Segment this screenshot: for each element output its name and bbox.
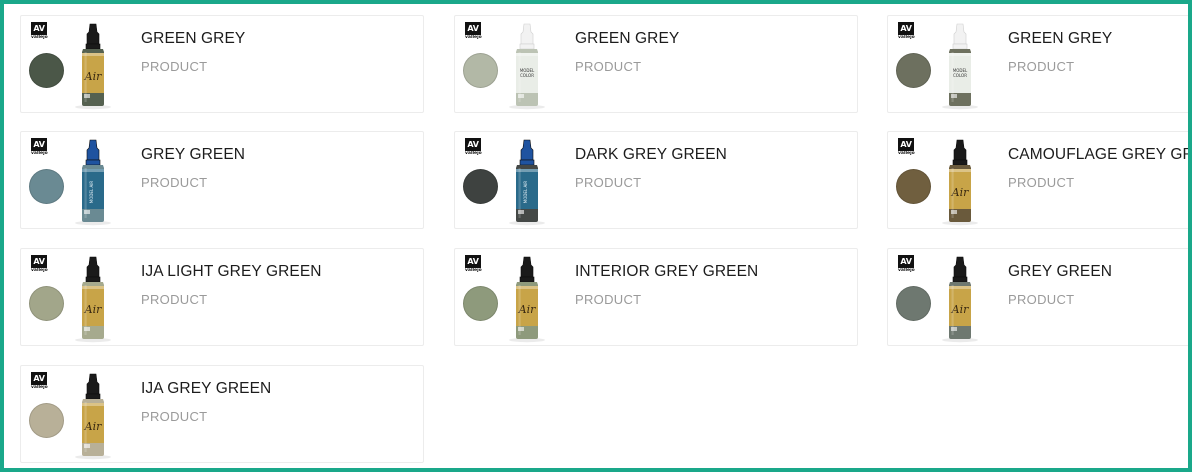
product-card[interactable]: AV vallejo MODEL AIR GREY GREEN PRODUCT [20, 131, 424, 229]
product-title[interactable]: DARK GREY GREEN [575, 146, 727, 164]
paint-bottle-image[interactable]: MODEL AIR [71, 138, 115, 226]
svg-text:COLOR: COLOR [520, 73, 534, 78]
vallejo-logo: AV vallejo [31, 138, 48, 156]
svg-text:COLOR: COLOR [953, 73, 967, 78]
paint-bottle-image[interactable]: MODEL AIR [505, 138, 549, 226]
vallejo-logo: AV vallejo [465, 22, 482, 40]
color-swatch [29, 286, 64, 321]
vallejo-logo: AV vallejo [465, 138, 482, 156]
svg-text:MODEL AIR: MODEL AIR [523, 181, 528, 204]
color-swatch [463, 286, 498, 321]
paint-bottle-image[interactable]: MODEL COLOR [938, 22, 982, 110]
product-card[interactable]: AV vallejo Air IJA GREY GREEN PRODUCT [20, 365, 424, 463]
paint-bottle-image[interactable]: Air [71, 255, 115, 343]
product-type-label: PRODUCT [575, 175, 642, 190]
vallejo-logo: AV vallejo [31, 255, 48, 273]
color-swatch [29, 403, 64, 438]
product-title[interactable]: IJA GREY GREEN [141, 380, 271, 398]
product-title[interactable]: IJA LIGHT GREY GREEN [141, 263, 322, 281]
svg-text:MODEL AIR: MODEL AIR [89, 181, 94, 204]
vallejo-logo: AV vallejo [31, 372, 48, 390]
paint-bottle-image[interactable]: Air [938, 255, 982, 343]
product-type-label: PRODUCT [1008, 175, 1075, 190]
paint-bottle-image[interactable]: Air [505, 255, 549, 343]
color-swatch [29, 169, 64, 204]
product-card[interactable]: AV vallejo MODEL AIR DARK GREY GREEN PRO… [454, 131, 858, 229]
color-swatch [463, 53, 498, 88]
product-grid-frame: AV vallejo Air GREEN GREY PRODUCT AV val… [0, 0, 1192, 472]
vallejo-logo: AV vallejo [898, 255, 915, 273]
product-type-label: PRODUCT [575, 292, 642, 307]
product-type-label: PRODUCT [575, 59, 642, 74]
color-swatch [29, 53, 64, 88]
vallejo-logo: AV vallejo [465, 255, 482, 273]
product-card[interactable]: AV vallejo Air GREEN GREY PRODUCT [20, 15, 424, 113]
product-title[interactable]: GREY GREEN [141, 146, 245, 164]
product-title[interactable]: GREEN GREY [1008, 30, 1112, 48]
color-swatch [896, 169, 931, 204]
color-swatch [896, 286, 931, 321]
product-title[interactable]: GREEN GREY [575, 30, 679, 48]
product-title[interactable]: CAMOUFLAGE GREY GREEN [1008, 146, 1188, 164]
vallejo-logo: AV vallejo [31, 22, 48, 40]
product-card[interactable]: AV vallejo MODEL COLOR GREEN GREY PRODUCT [887, 15, 1188, 113]
product-card[interactable]: AV vallejo Air IJA LIGHT GREY GREEN PROD… [20, 248, 424, 346]
product-type-label: PRODUCT [141, 59, 208, 74]
paint-bottle-image[interactable]: Air [71, 22, 115, 110]
paint-bottle-image[interactable]: Air [938, 138, 982, 226]
product-title[interactable]: GREY GREEN [1008, 263, 1112, 281]
vallejo-logo: AV vallejo [898, 138, 915, 156]
product-type-label: PRODUCT [1008, 59, 1075, 74]
product-card[interactable]: AV vallejo Air CAMOUFLAGE GREY GREEN PRO… [887, 131, 1188, 229]
product-title[interactable]: GREEN GREY [141, 30, 245, 48]
paint-bottle-image[interactable]: MODEL COLOR [505, 22, 549, 110]
product-type-label: PRODUCT [1008, 292, 1075, 307]
product-type-label: PRODUCT [141, 292, 208, 307]
color-swatch [896, 53, 931, 88]
product-type-label: PRODUCT [141, 409, 208, 424]
product-card[interactable]: AV vallejo Air GREY GREEN PRODUCT [887, 248, 1188, 346]
color-swatch [463, 169, 498, 204]
vallejo-logo: AV vallejo [898, 22, 915, 40]
product-card[interactable]: AV vallejo Air INTERIOR GREY GREEN PRODU… [454, 248, 858, 346]
product-card[interactable]: AV vallejo MODEL COLOR GREEN GREY PRODUCT [454, 15, 858, 113]
paint-bottle-image[interactable]: Air [71, 372, 115, 460]
product-title[interactable]: INTERIOR GREY GREEN [575, 263, 758, 281]
product-type-label: PRODUCT [141, 175, 208, 190]
